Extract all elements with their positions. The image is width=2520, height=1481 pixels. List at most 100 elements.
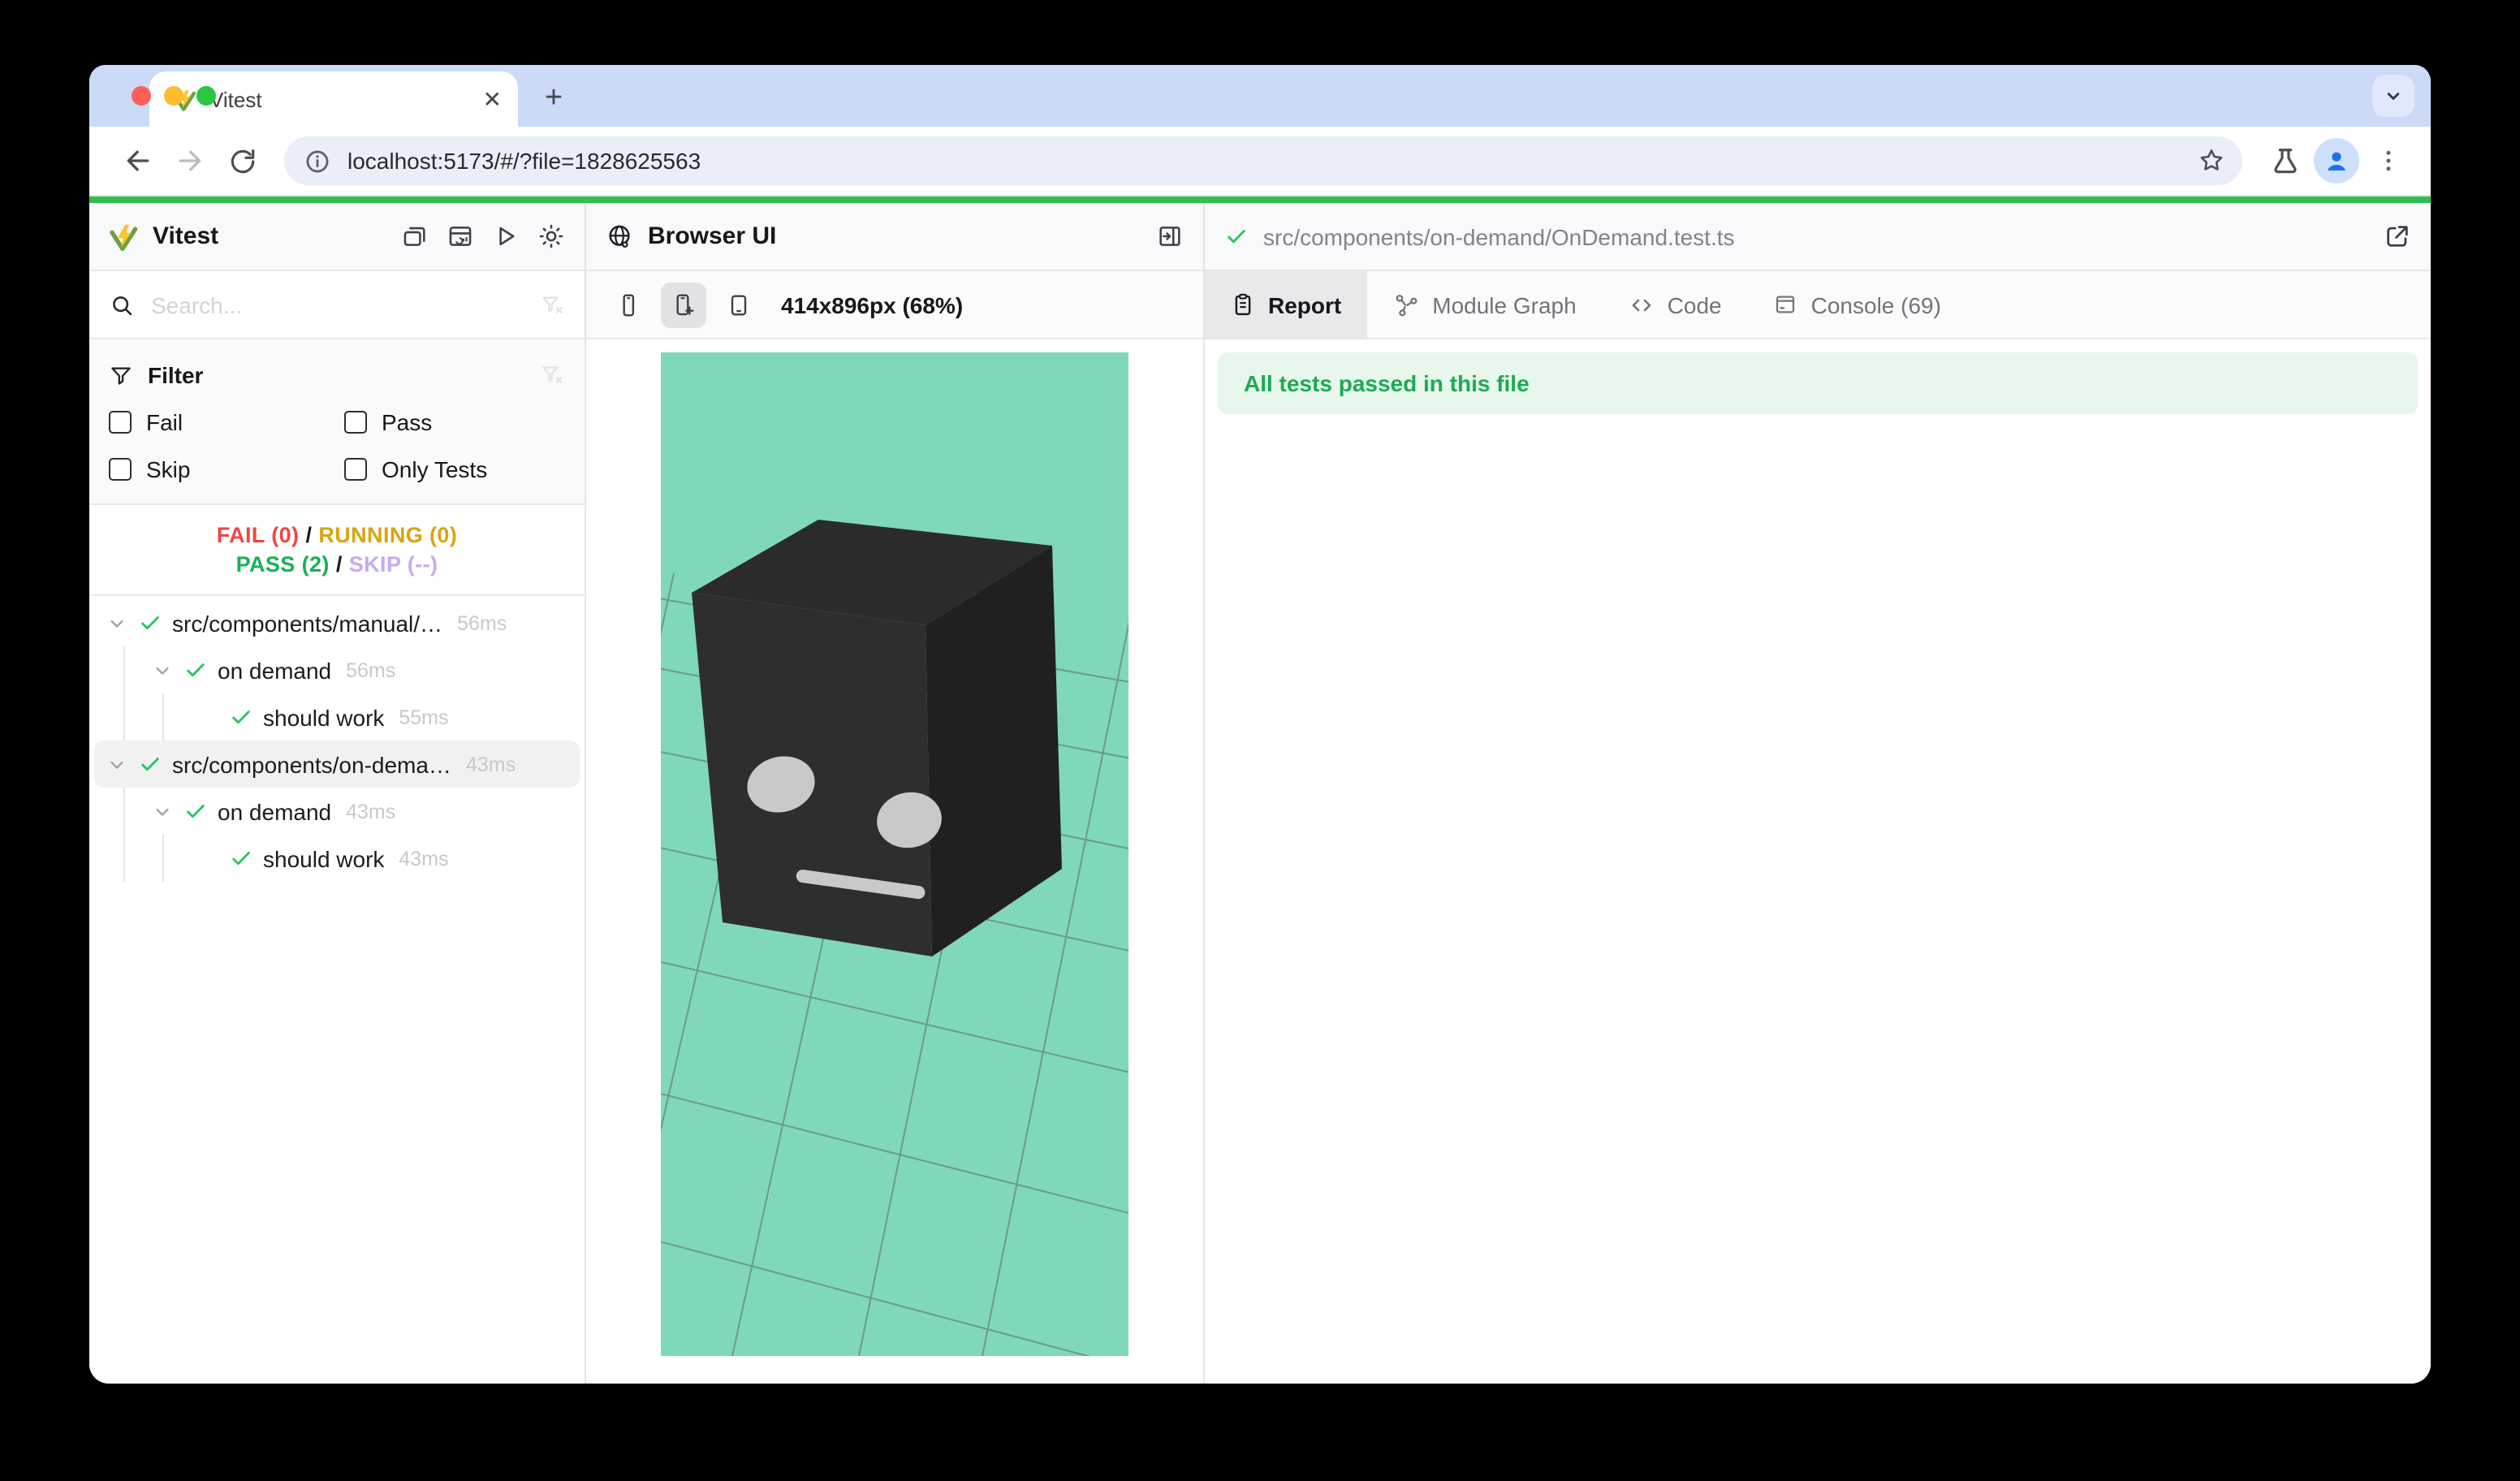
browser-toolbar: localhost:5173/#/?file=1828625563 — [89, 127, 2431, 196]
filter-checkbox-fail[interactable]: Fail — [109, 404, 344, 440]
console-icon — [1774, 292, 1798, 317]
test-duration: 55ms — [399, 706, 448, 728]
zoom-window-button[interactable] — [196, 86, 216, 106]
open-panel-right-icon[interactable] — [1156, 222, 1184, 250]
sidebar: Vitest — [89, 203, 586, 1384]
chevron-down-icon[interactable] — [151, 658, 174, 681]
new-tab-button[interactable]: + — [531, 76, 576, 122]
tab-label: Report — [1268, 291, 1341, 317]
pass-count: PASS (2) — [236, 552, 330, 576]
checkbox[interactable] — [109, 458, 132, 481]
check-icon — [183, 658, 208, 682]
checkbox-label: Skip — [146, 456, 190, 482]
minimize-window-button[interactable] — [164, 86, 183, 106]
browser-ui-header: Browser UI — [586, 203, 1203, 271]
chevron-down-icon[interactable] — [151, 800, 174, 823]
browser-ui-panel: Browser UI 414x896px (68%) — [586, 203, 1205, 1384]
filter-funnel-icon — [109, 363, 133, 387]
test-viewport-area — [586, 339, 1203, 1384]
chevron-down-icon — [2382, 84, 2405, 107]
chevron-down-icon[interactable] — [106, 753, 128, 775]
separator: / — [299, 523, 318, 547]
device-phone-icon[interactable] — [606, 282, 651, 327]
separator: / — [330, 552, 349, 576]
profile-avatar[interactable] — [2314, 138, 2359, 184]
tab-label: Console (69) — [1811, 291, 1941, 317]
tab-title: Vitest — [209, 87, 470, 111]
experiments-flask-icon[interactable] — [2262, 138, 2307, 184]
dashboard-icon[interactable] — [447, 222, 474, 250]
test-duration: 43ms — [466, 753, 516, 775]
checkbox-label: Only Tests — [382, 456, 487, 482]
vitest-ui: Vitest — [89, 203, 2431, 1384]
tree-row-suite[interactable]: on demand 56ms — [94, 646, 580, 693]
tree-row-file-selected[interactable]: src/components/on-dema… 43ms — [94, 740, 580, 788]
tab-label: Module Graph — [1432, 291, 1576, 317]
bookmark-star-icon[interactable] — [2197, 146, 2226, 175]
report-clipboard-icon — [1231, 292, 1255, 317]
test-progress-bar — [89, 196, 2431, 203]
robot-cube — [692, 520, 1062, 956]
skip-count: SKIP (--) — [349, 552, 438, 576]
site-info-icon[interactable] — [304, 147, 331, 175]
check-icon — [229, 705, 253, 729]
file-path: src/components/on-demand/OnDemand.test.t… — [1263, 223, 2369, 249]
back-button[interactable] — [115, 138, 161, 184]
device-phone-add-icon[interactable] — [661, 282, 706, 327]
tree-row-test[interactable]: should work 43ms — [94, 835, 580, 882]
collapse-tests-icon[interactable] — [401, 222, 429, 250]
search-input[interactable] — [151, 291, 523, 317]
test-tree: src/components/manual/… 56ms on demand 5… — [89, 596, 585, 1384]
checkbox-label: Fail — [146, 409, 183, 435]
filter-checkbox-only-tests[interactable]: Only Tests — [344, 451, 565, 487]
test-duration: 43ms — [399, 847, 448, 870]
filter-checkbox-skip[interactable]: Skip — [109, 451, 344, 487]
file-header: src/components/on-demand/OnDemand.test.t… — [1205, 203, 2431, 271]
test-case-label: should work — [263, 845, 384, 871]
device-tablet-icon[interactable] — [716, 282, 762, 327]
checkbox[interactable] — [344, 458, 367, 481]
report-panel: src/components/on-demand/OnDemand.test.t… — [1205, 203, 2431, 1384]
tree-row-suite[interactable]: on demand 43ms — [94, 788, 580, 835]
test-suite-label: on demand — [218, 657, 331, 683]
theme-toggle-sun-icon[interactable] — [537, 222, 565, 250]
filter-checkbox-pass[interactable]: Pass — [344, 404, 565, 440]
tab-report[interactable]: Report — [1205, 271, 1367, 338]
run-all-play-icon[interactable] — [492, 222, 520, 250]
clear-filter-icon[interactable] — [539, 291, 565, 317]
browser-menu-kebab-icon[interactable] — [2366, 138, 2411, 184]
reload-button[interactable] — [219, 138, 265, 184]
browser-window: Vitest ✕ + — [89, 65, 2431, 1384]
chevron-down-icon[interactable] — [106, 611, 128, 634]
tab-label: Code — [1668, 291, 1722, 317]
test-duration: 56ms — [457, 611, 507, 634]
tab-code[interactable]: Code — [1603, 271, 1748, 338]
fail-count: FAIL (0) — [217, 523, 300, 547]
checkbox[interactable] — [109, 411, 132, 434]
address-bar[interactable]: localhost:5173/#/?file=1828625563 — [284, 136, 2242, 185]
report-content: All tests passed in this file — [1205, 339, 2431, 1384]
tab-module-graph[interactable]: Module Graph — [1367, 271, 1602, 338]
check-icon — [1224, 224, 1249, 248]
tab-close-icon[interactable]: ✕ — [483, 88, 502, 110]
close-window-button[interactable] — [132, 86, 151, 106]
code-icon — [1629, 291, 1655, 317]
check-icon — [138, 611, 162, 635]
test-duration: 43ms — [346, 800, 395, 823]
globe-icon — [606, 222, 633, 250]
test-summary: FAIL (0)/RUNNING (0) PASS (2)/SKIP (--) — [89, 505, 585, 596]
report-tabs: Report Module Graph Code Console (69) — [1205, 271, 2431, 339]
tree-row-file[interactable]: src/components/manual/… 56ms — [94, 599, 580, 646]
test-file-label: src/components/manual/… — [172, 610, 442, 636]
tree-row-test[interactable]: should work 55ms — [94, 693, 580, 740]
tab-search-button[interactable] — [2372, 75, 2414, 117]
tab-console[interactable]: Console (69) — [1748, 271, 1967, 338]
open-in-editor-icon[interactable] — [2384, 222, 2411, 250]
device-toolbar: 414x896px (68%) — [586, 271, 1203, 339]
checkbox[interactable] — [344, 411, 367, 434]
test-case-label: should work — [263, 704, 384, 730]
tested-component-canvas[interactable] — [661, 352, 1128, 1356]
filter-title: Filter — [148, 362, 203, 388]
forward-button[interactable] — [167, 138, 213, 184]
clear-filter-icon[interactable] — [539, 362, 565, 388]
